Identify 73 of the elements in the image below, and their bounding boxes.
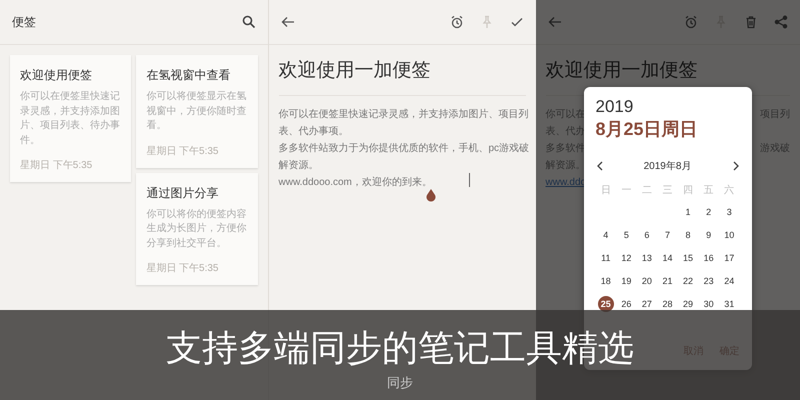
note-card[interactable]: 欢迎使用便签 你可以在便签里快速记录灵感，并支持添加图片、项目列表、待办事件。 星期日 下午5:35: [10, 55, 132, 182]
trash-icon[interactable]: [744, 15, 758, 29]
calendar-day[interactable]: 2: [700, 204, 717, 220]
note-preview: 你可以在便签里快速记录灵感，并支持添加图片、项目列表、待办事件。: [20, 90, 121, 148]
chevron-left-icon[interactable]: [596, 161, 604, 171]
calendar-day[interactable]: 11: [598, 250, 614, 266]
calendar-day[interactable]: 8: [680, 227, 696, 243]
note-title: 通过图片分享: [146, 184, 220, 202]
month-label: 2019年8月: [644, 160, 692, 173]
calendar-day[interactable]: 31: [721, 296, 738, 312]
alarm-clock-icon[interactable]: [450, 15, 464, 29]
app-title: 便签: [12, 14, 36, 30]
note-card[interactable]: 通过图片分享 你可以将你的便签内容生成为长图片，方便你分享到社交平台。 星期日 下午5:35: [136, 172, 258, 285]
weekday-label: 五: [704, 184, 714, 197]
calendar-day[interactable]: 18: [598, 273, 614, 289]
note-title: 欢迎使用便签: [20, 67, 93, 84]
weekday-label: 一: [621, 184, 632, 197]
note-text-line: 多多软件站致力于为你提供优质的软件，手机、pc游戏破: [278, 142, 530, 156]
calendar-day[interactable]: 6: [638, 227, 655, 243]
selected-date: 8月25日周日: [596, 118, 698, 141]
selected-year[interactable]: 2019: [596, 97, 634, 117]
note-text-line: 表、代办事项。: [278, 124, 348, 139]
calendar-day[interactable]: 13: [638, 250, 655, 266]
banner-subtitle: 同步: [387, 374, 413, 392]
calendar-day[interactable]: 14: [659, 250, 676, 266]
weekday-label: 四: [683, 184, 694, 197]
calendar-day[interactable]: 15: [680, 250, 696, 266]
note-card[interactable]: 在氢视窗中查看 你可以将便签显示在氢视窗中，方便你随时查看。 星期日 下午5:35: [136, 55, 258, 168]
calendar-day[interactable]: 5: [618, 227, 634, 243]
note-title: 在氢视窗中查看: [146, 67, 232, 84]
note-text-line: 解资源。: [278, 159, 318, 173]
calendar-day[interactable]: 16: [700, 250, 717, 266]
note-time: 星期日 下午5:35: [146, 262, 220, 275]
calendar-day[interactable]: 4: [598, 227, 614, 243]
calendar-day[interactable]: 20: [638, 273, 655, 289]
calendar-day[interactable]: 26: [618, 296, 634, 312]
calendar-day[interactable]: 30: [700, 296, 717, 312]
calendar-day[interactable]: 24: [721, 273, 738, 289]
calendar-day[interactable]: 27: [638, 296, 655, 312]
note-preview: 你可以将你的便签内容生成为长图片，方便你分享到社交平台。: [146, 208, 248, 250]
note-text-line: 你可以在便签里快速记录灵感，并支持添加图片、项目列: [278, 108, 528, 122]
share-icon[interactable]: [774, 15, 788, 29]
calendar-day[interactable]: 17: [721, 250, 738, 266]
calendar-day[interactable]: 22: [680, 273, 696, 289]
note-title: 欢迎使用一加便签: [278, 57, 526, 96]
alarm-clock-icon[interactable]: [684, 15, 698, 29]
chevron-right-icon[interactable]: [732, 161, 740, 171]
banner-title: 支持多端同步的笔记工具精选: [166, 328, 634, 368]
back-arrow-icon[interactable]: [280, 15, 294, 29]
note-time: 星期日 下午5:35: [146, 144, 220, 158]
calendar-day[interactable]: 23: [700, 273, 717, 289]
weekday-label: 三: [662, 184, 672, 197]
weekday-label: 二: [642, 184, 652, 197]
search-icon[interactable]: [242, 15, 256, 29]
calendar-day[interactable]: 1: [680, 204, 696, 220]
calendar-day[interactable]: 29: [680, 296, 696, 312]
calendar-day[interactable]: 21: [659, 273, 676, 289]
weekday-label: 六: [724, 184, 734, 197]
note-time: 星期日 下午5:35: [20, 158, 94, 172]
calendar-day[interactable]: 12: [618, 250, 634, 266]
calendar-day[interactable]: 19: [618, 273, 634, 289]
selection-handle-icon[interactable]: [426, 189, 436, 202]
calendar-day[interactable]: 9: [700, 227, 717, 243]
note-preview: 你可以将便签显示在氢视窗中，方便你随时查看。: [146, 90, 248, 133]
calendar-day[interactable]: 28: [659, 296, 676, 312]
calendar-day[interactable]: 7: [659, 227, 676, 243]
text-cursor-icon: [468, 173, 470, 187]
calendar-day[interactable]: 10: [721, 227, 738, 243]
note-text-line: www.ddooo.com，欢迎你的到来。: [278, 176, 432, 190]
weekday-label: 日: [600, 184, 611, 197]
calendar-day[interactable]: 3: [721, 204, 738, 220]
back-arrow-icon[interactable]: [548, 15, 562, 29]
check-icon[interactable]: [510, 15, 524, 29]
